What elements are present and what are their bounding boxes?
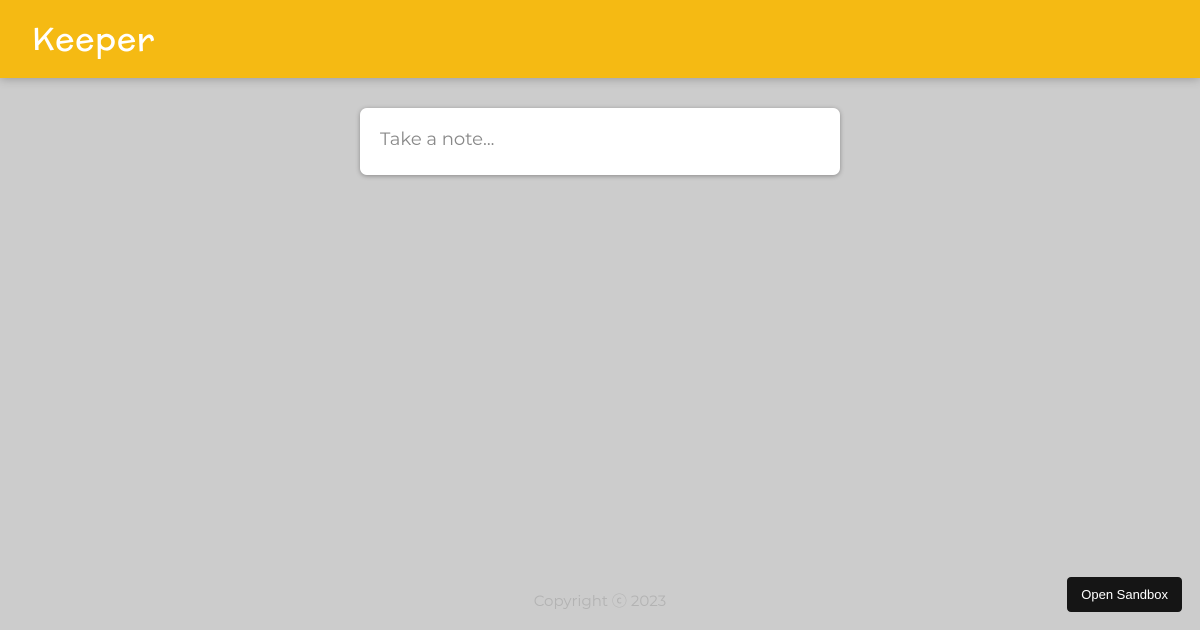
create-note-form [360,108,840,175]
app-title: Keeper [32,16,155,62]
app-header: Keeper [0,0,1200,78]
create-note-area [0,108,1200,175]
app-footer: Copyright ⓒ 2023 [0,590,1200,630]
copyright-text: Copyright ⓒ 2023 [0,590,1200,611]
note-content-input[interactable] [380,123,820,155]
open-sandbox-button[interactable]: Open Sandbox [1067,577,1182,612]
